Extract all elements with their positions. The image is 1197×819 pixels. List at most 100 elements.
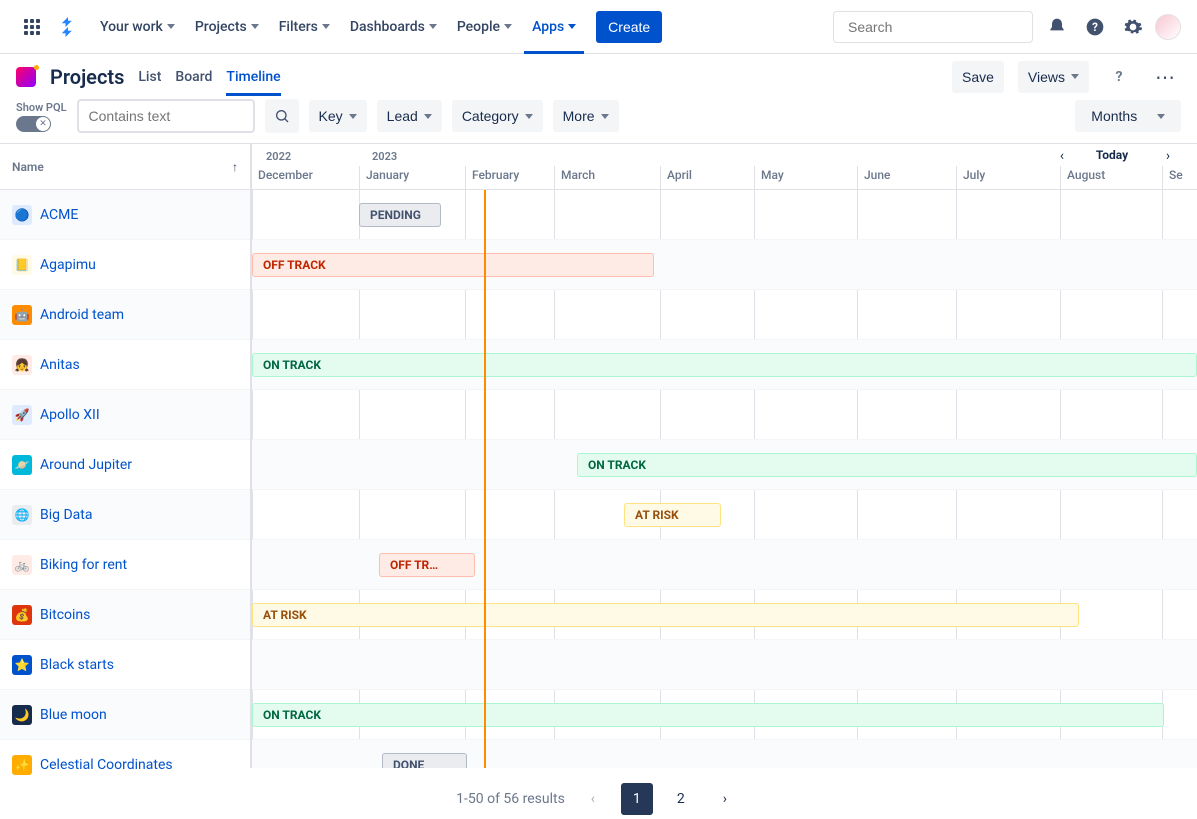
chevron-down-icon — [1071, 74, 1079, 79]
timeline-row: AT RISK — [252, 590, 1197, 640]
months-header: 20222023 DecemberJanuaryFebruaryMarchApr… — [252, 144, 1197, 190]
app-switcher-icon[interactable] — [16, 11, 48, 43]
project-link[interactable]: Agapimu — [40, 257, 96, 273]
month-header: December — [252, 166, 313, 189]
chevron-down-icon — [429, 24, 437, 29]
page-title: Projects — [50, 65, 124, 89]
chevron-down-icon — [251, 24, 259, 29]
name-column-header[interactable]: Name ↑ — [0, 144, 250, 190]
project-icon: 💰 — [12, 605, 32, 625]
filter-key[interactable]: Key — [309, 100, 367, 132]
help-secondary-icon[interactable]: ? — [1103, 61, 1135, 93]
project-link[interactable]: Big Data — [40, 507, 92, 523]
timeline-grid[interactable]: 20222023 DecemberJanuaryFebruaryMarchApr… — [252, 144, 1197, 768]
timeline-bar[interactable]: ON TRACK — [252, 353, 1197, 377]
today-label[interactable]: Today — [1082, 148, 1142, 162]
project-row: 🌙Blue moon — [0, 690, 250, 740]
filters-bar: Show PQL Key Lead Category More Months — [0, 99, 1197, 143]
page-prev-button[interactable]: ‹ — [577, 783, 609, 815]
tab-board[interactable]: Board — [175, 58, 212, 96]
pql-label: Show PQL — [16, 101, 67, 114]
project-icon: 🚀 — [12, 405, 32, 425]
project-link[interactable]: Biking for rent — [40, 557, 127, 573]
timeline-bar[interactable]: PENDING — [359, 203, 441, 227]
timeline-row — [252, 290, 1197, 340]
chevron-down-icon — [601, 114, 609, 119]
tab-timeline[interactable]: Timeline — [226, 58, 280, 96]
timeline-row: ON TRACK — [252, 340, 1197, 390]
nav-apps[interactable]: Apps — [524, 0, 584, 54]
project-row: 🚀 Apollo XII — [0, 390, 250, 440]
filter-lead[interactable]: Lead — [377, 100, 442, 132]
month-header: August — [1060, 166, 1105, 189]
nav-people[interactable]: People — [449, 0, 520, 54]
timeline-bar[interactable]: OFF TRACK — [252, 253, 654, 277]
pql-toggle[interactable] — [16, 116, 51, 132]
chevron-down-icon — [322, 24, 330, 29]
notifications-icon[interactable] — [1041, 11, 1073, 43]
nav-your-work[interactable]: Your work — [92, 0, 183, 54]
user-avatar[interactable] — [1155, 14, 1181, 40]
project-link[interactable]: Bitcoins — [40, 607, 90, 623]
help-icon[interactable]: ? — [1079, 11, 1111, 43]
timeline-next-button[interactable]: › — [1158, 148, 1178, 164]
month-header: June — [857, 166, 890, 189]
views-button[interactable]: Views — [1018, 61, 1089, 93]
project-link[interactable]: Black starts — [40, 657, 114, 673]
timeline-bar[interactable]: DONE — [382, 753, 467, 768]
timeline-bar[interactable]: ON TRACK — [577, 453, 1197, 477]
zoom-select[interactable]: Months — [1075, 100, 1181, 132]
chevron-down-icon — [504, 24, 512, 29]
timeline-bar[interactable]: OFF TR… — [379, 553, 475, 577]
project-icon: 🤖 — [12, 305, 32, 325]
projects-logo-icon — [16, 67, 36, 87]
chevron-down-icon — [1157, 114, 1165, 119]
chevron-down-icon — [167, 24, 175, 29]
project-link[interactable]: Blue moon — [40, 707, 107, 723]
timeline-bar[interactable]: AT RISK — [624, 503, 721, 527]
timeline-row: ON TRACK — [252, 690, 1197, 740]
project-icon: 🌐 — [12, 505, 32, 525]
month-header: March — [554, 166, 595, 189]
timeline-bar[interactable]: AT RISK — [252, 603, 1079, 627]
nav-filters[interactable]: Filters — [271, 0, 338, 54]
project-row: ⭐ Black starts — [0, 640, 250, 690]
filter-text-input[interactable] — [77, 99, 255, 133]
topnav-left: Your work Projects Filters Dashboards Pe… — [16, 0, 662, 54]
timeline-row: ON TRACK — [252, 440, 1197, 490]
timeline-row: OFF TR… — [252, 540, 1197, 590]
timeline-bar[interactable]: ON TRACK — [252, 703, 1164, 727]
project-row: 🪐Around Jupiter — [0, 440, 250, 490]
chevron-down-icon — [424, 114, 432, 119]
project-link[interactable]: Apollo XII — [40, 407, 100, 423]
settings-icon[interactable] — [1117, 11, 1149, 43]
project-link[interactable]: Around Jupiter — [40, 457, 132, 473]
timeline-prev-button[interactable]: ‹ — [1052, 148, 1072, 164]
project-icon: ⭐ — [12, 655, 32, 675]
nav-projects[interactable]: Projects — [187, 0, 267, 54]
month-header: January — [359, 166, 409, 189]
timeline-row — [252, 390, 1197, 440]
sub-nav: Projects List Board Timeline Save Views … — [0, 54, 1197, 99]
filter-more[interactable]: More — [553, 100, 619, 132]
search-box[interactable] — [833, 11, 1033, 43]
jira-logo-icon[interactable] — [56, 15, 80, 39]
pagination-footer: 1-50 of 56 results ‹ 1 2 › — [0, 777, 1197, 819]
project-row: 👧Anitas — [0, 340, 250, 390]
project-link[interactable]: ACME — [40, 207, 78, 223]
more-menu-icon[interactable]: ⋯ — [1149, 61, 1181, 93]
search-input[interactable] — [848, 19, 1029, 35]
month-header: May — [754, 166, 784, 189]
page-1-button[interactable]: 1 — [621, 783, 653, 815]
project-link[interactable]: Anitas — [40, 357, 80, 373]
search-button[interactable] — [265, 99, 299, 133]
create-button[interactable]: Create — [596, 11, 662, 43]
nav-dashboards[interactable]: Dashboards — [342, 0, 445, 54]
page-next-button[interactable]: › — [709, 783, 741, 815]
page-2-button[interactable]: 2 — [665, 783, 697, 815]
filter-category[interactable]: Category — [452, 100, 543, 132]
save-button[interactable]: Save — [952, 61, 1004, 93]
project-link[interactable]: Android team — [40, 307, 124, 323]
project-link[interactable]: Celestial Coordinates — [40, 757, 173, 773]
tab-list[interactable]: List — [138, 58, 161, 96]
